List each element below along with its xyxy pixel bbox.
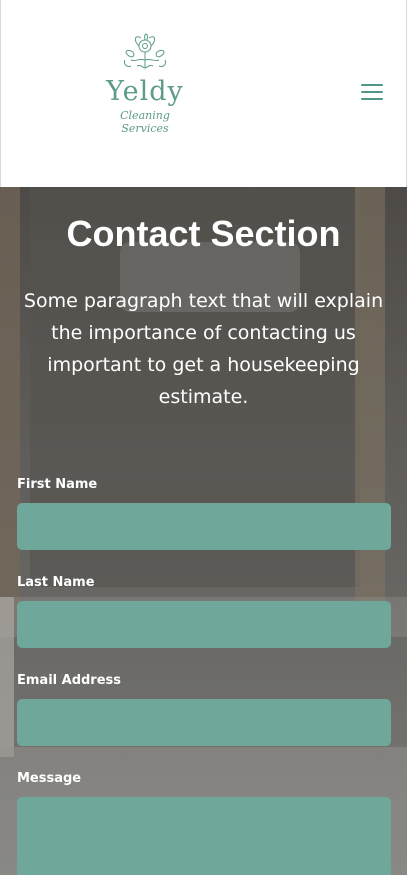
contact-section: Contact Section Some paragraph text that… (0, 187, 407, 875)
intro-paragraph: Some paragraph text that will explain th… (23, 290, 384, 408)
last-name-field[interactable] (17, 601, 391, 648)
first-name-label: First Name (17, 477, 98, 492)
message-label: Message (17, 771, 82, 786)
last-name-label: Last Name (17, 575, 95, 590)
email-field[interactable] (17, 699, 391, 746)
first-name-field[interactable] (17, 503, 391, 550)
message-field[interactable] (17, 797, 391, 875)
email-label: Email Address (17, 673, 122, 688)
hamburger-menu-icon[interactable] (361, 84, 383, 102)
floral-logo-icon (124, 33, 166, 69)
brand-logo[interactable]: Yeldy Cleaning Services (97, 30, 193, 135)
brand-tagline: Cleaning Services (120, 109, 170, 135)
site-header: Yeldy Cleaning Services (0, 0, 407, 187)
brand-name: Yeldy (106, 76, 184, 107)
page-title: Contact Section (66, 213, 341, 254)
